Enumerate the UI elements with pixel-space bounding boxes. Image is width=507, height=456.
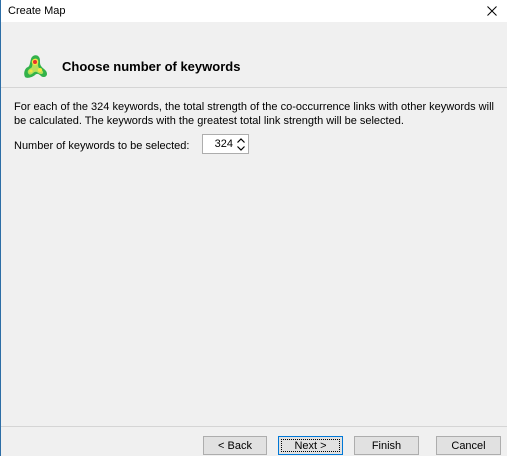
cancel-button[interactable]: Cancel [436, 436, 501, 455]
title-bar[interactable]: Create Map [1, 0, 507, 22]
keyword-count-value[interactable]: 324 [215, 138, 233, 150]
close-icon [487, 6, 497, 16]
wizard-content: For each of the 324 keywords, the total … [1, 88, 507, 426]
wizard-footer: < Back Next > Finish Cancel [1, 427, 507, 456]
chevron-up-icon [236, 137, 245, 143]
back-button[interactable]: < Back [203, 436, 267, 455]
close-button[interactable] [477, 0, 507, 22]
finish-button[interactable]: Finish [354, 436, 419, 455]
keyword-count-label: Number of keywords to be selected: [14, 140, 190, 152]
keyword-count-spinner[interactable]: 324 [202, 134, 249, 154]
spin-down-button[interactable] [235, 144, 246, 152]
description-text: For each of the 324 keywords, the total … [14, 101, 494, 127]
next-button[interactable]: Next > [278, 436, 343, 455]
density-map-icon [24, 55, 47, 78]
wizard-header: Choose number of keywords [1, 22, 507, 87]
chevron-down-icon [236, 145, 245, 151]
window-title: Create Map [8, 5, 66, 17]
create-map-dialog: Create Map Choose number of keywords For… [0, 0, 507, 456]
page-title: Choose number of keywords [62, 59, 241, 74]
spin-up-button[interactable] [235, 136, 246, 144]
next-button-label: Next > [294, 439, 327, 452]
